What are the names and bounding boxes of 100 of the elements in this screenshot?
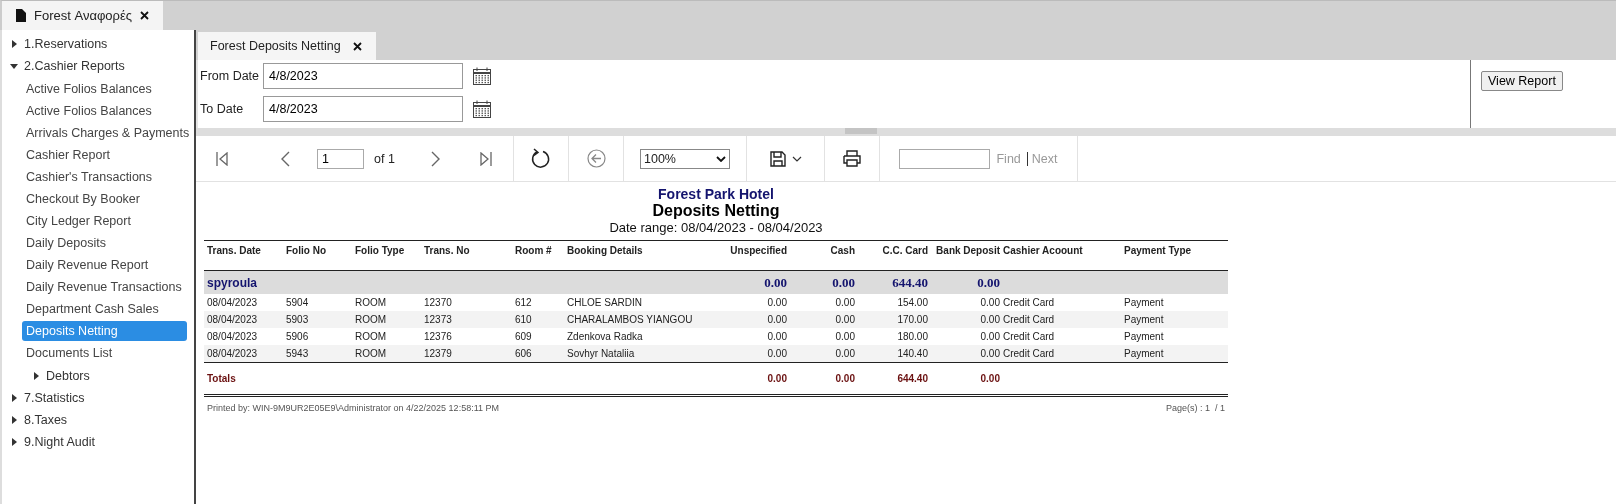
caret-icon[interactable]	[32, 372, 40, 380]
collapse-handle[interactable]	[845, 128, 877, 134]
table-cell-text: ROOM	[354, 348, 388, 359]
table-cell-text: Credit Card	[1002, 297, 1056, 308]
page-count: of 1	[374, 151, 395, 166]
tree-folder[interactable]: 1.Reservations	[24, 37, 108, 51]
tree-folder[interactable]: 9.Night Audit	[24, 435, 95, 449]
table-cell-text: 08/04/2023	[206, 348, 259, 359]
report-item[interactable]: Checkout By Booker	[22, 189, 187, 209]
table-cell-text: 0.00	[834, 331, 855, 342]
table-cell-text: 610	[514, 314, 533, 325]
tree-folder[interactable]: 2.Cashier Reports	[24, 59, 125, 73]
calendar-icon[interactable]	[472, 99, 492, 119]
document-icon	[16, 9, 26, 22]
report-item[interactable]: Cashier's Transactions	[22, 167, 187, 187]
caret-icon[interactable]	[10, 438, 18, 446]
report-item[interactable]: Daily Revenue Report	[22, 255, 187, 275]
printed-by: Printed by: WIN-9M9UR2E05E9\Administrator on 4/22/2025 12:58:11 PM	[207, 403, 499, 413]
previous-page-icon[interactable]	[281, 150, 290, 167]
table-cell-text: Payment	[1123, 331, 1165, 342]
table-cell-text: 612	[514, 297, 533, 308]
date-range: Date range: 08/04/2023 - 08/04/2023	[609, 220, 823, 235]
group-total: 0.00	[831, 274, 855, 291]
report-item[interactable]: Documents List	[22, 343, 187, 363]
find-field[interactable]	[899, 148, 991, 169]
tab-label[interactable]: Forest Deposits Netting	[210, 39, 341, 53]
column-header: Payment Type	[1123, 245, 1193, 256]
table-cell-text: 12370	[423, 297, 453, 308]
column-header: Folio Type	[354, 245, 406, 256]
report-tab[interactable]: Forest Deposits Netting	[198, 32, 376, 60]
close-icon[interactable]	[352, 41, 362, 51]
last-page-icon[interactable]	[479, 151, 492, 166]
table-cell-text: Sovhyr Nataliia	[566, 348, 636, 359]
tree-folder[interactable]: 7.Statistics	[24, 391, 85, 405]
group-total: 644.40	[891, 274, 928, 291]
table-cell-text: Credit Card	[1002, 348, 1056, 359]
caret-icon[interactable]	[10, 394, 18, 402]
table-cell-text: 170.00	[896, 314, 928, 325]
caret-icon[interactable]	[10, 416, 18, 424]
calendar-icon[interactable]	[472, 66, 492, 86]
column-header: Booking Details	[566, 245, 644, 256]
report-item[interactable]: Cashier Report	[22, 145, 187, 165]
table-cell-text: 606	[514, 348, 533, 359]
column-header: Trans. No	[423, 245, 471, 256]
report-item[interactable]: Daily Revenue Transactions	[22, 277, 187, 297]
save-icon[interactable]	[769, 150, 786, 167]
page-field[interactable]: 1	[317, 148, 364, 169]
table-cell-text: 5904	[285, 297, 310, 308]
report-item[interactable]: City Ledger Report	[22, 211, 187, 231]
table-cell-text: Payment	[1123, 314, 1165, 325]
page-info: Page(s) : 1 / 1	[1165, 403, 1225, 413]
date-field[interactable]: 4/8/2023	[263, 63, 463, 89]
caret-icon[interactable]	[10, 62, 18, 70]
caret-icon[interactable]	[10, 40, 18, 48]
refresh-icon[interactable]	[531, 147, 551, 170]
table-cell-text: 154.00	[896, 297, 928, 308]
close-icon[interactable]	[140, 11, 150, 20]
app-tab[interactable]: Forest Αναφορές	[2, 1, 164, 30]
report-item[interactable]: Daily Deposits	[22, 233, 187, 253]
table-cell-text: ROOM	[354, 314, 388, 325]
tab-label[interactable]: Forest Αναφορές	[34, 8, 133, 23]
field-label: From Date	[200, 69, 261, 83]
table-cell-text: 0.00	[834, 348, 855, 359]
table-cell-text: 0.00	[766, 331, 787, 342]
table-cell-text: Credit Card	[1002, 331, 1056, 342]
zoom-dropdown[interactable]: 100%	[640, 148, 730, 169]
column-header: Bank Deposit	[935, 245, 1000, 256]
table-cell-text: 0.00	[834, 297, 855, 308]
date-field[interactable]: 4/8/2023	[263, 96, 463, 122]
report-title: Deposits Netting	[652, 202, 780, 220]
tree-folder[interactable]: Debtors	[46, 369, 90, 383]
table-cell-text: 08/04/2023	[206, 331, 259, 342]
table-cell-text: 12373	[423, 314, 453, 325]
view-report-button[interactable]: View Report	[1481, 71, 1563, 91]
table-cell-text: Payment	[1123, 297, 1165, 308]
table-cell-text: ROOM	[354, 331, 388, 342]
table-cell-text: 5943	[285, 348, 310, 359]
tree-folder[interactable]: 8.Taxes	[24, 413, 68, 427]
table-cell-text: 180.00	[896, 331, 928, 342]
caret-icon[interactable]	[716, 155, 726, 162]
report-item[interactable]: Active Folios Balances	[22, 79, 187, 99]
table-cell-text: 0.00	[834, 314, 855, 325]
table-cell-text: 12379	[423, 348, 453, 359]
table-cell-text: Zdenkova Radka	[566, 331, 644, 342]
report-item[interactable]: Department Cash Sales	[22, 299, 187, 319]
first-page-icon[interactable]	[216, 151, 228, 166]
print-icon[interactable]	[843, 150, 861, 167]
total-value: 0.00	[834, 373, 855, 384]
report-item[interactable]: Active Folios Balances	[22, 101, 187, 121]
field-label: To Date	[200, 102, 245, 116]
report-item[interactable]: Arrivals Charges & Payments	[22, 123, 187, 143]
group-total: 0.00	[763, 274, 787, 291]
column-header: Cash	[829, 245, 855, 256]
table-cell-text: 0.00	[979, 314, 1000, 325]
column-header: Folio No	[285, 245, 327, 256]
caret-icon[interactable]	[791, 155, 802, 162]
back-icon[interactable]	[586, 149, 606, 168]
next-page-icon[interactable]	[430, 150, 440, 167]
table-cell-text: 0.00	[766, 297, 787, 308]
table-cell-text: Credit Card	[1002, 314, 1056, 325]
